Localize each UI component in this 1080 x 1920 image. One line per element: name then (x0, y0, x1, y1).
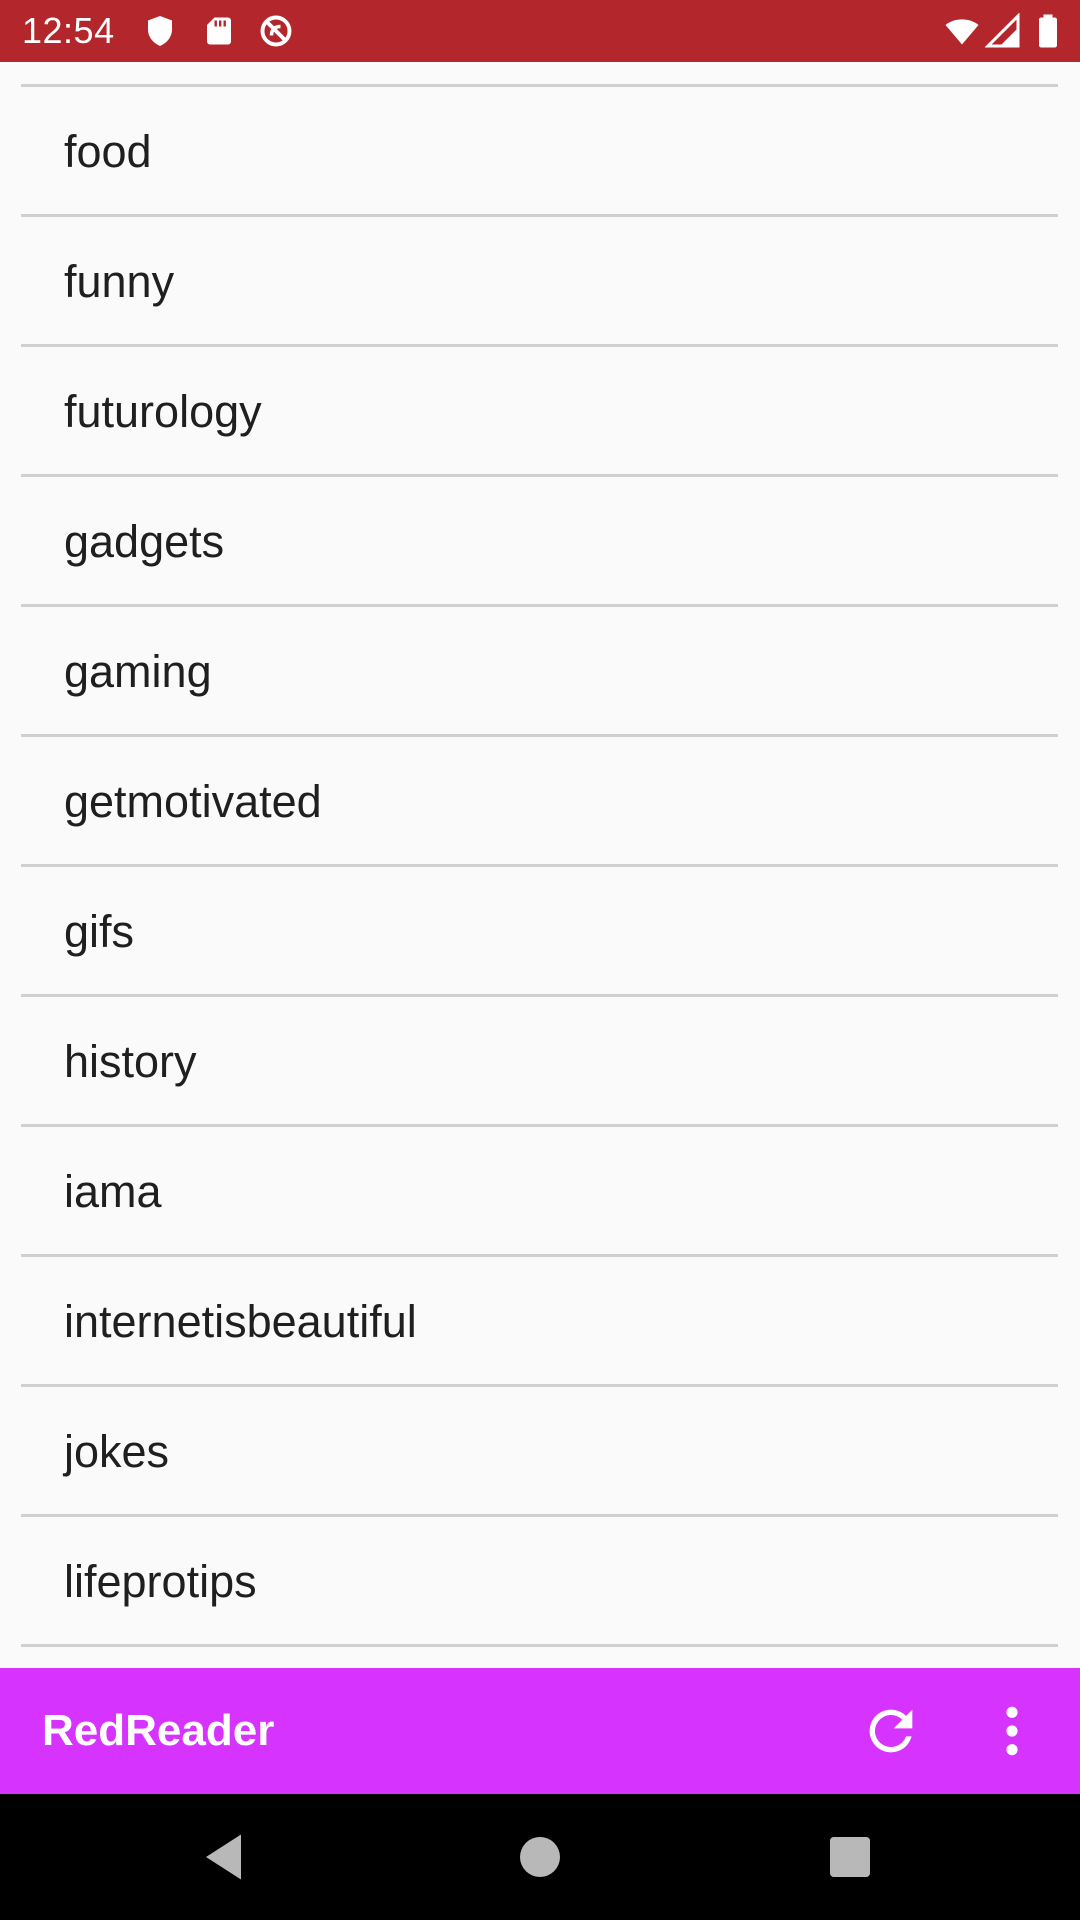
shield-icon (142, 13, 178, 49)
list-item[interactable]: food (21, 87, 1058, 217)
list-item-label: internetisbeautiful (64, 1296, 417, 1347)
battery-icon (1030, 13, 1066, 49)
home-icon[interactable] (510, 1827, 570, 1887)
list-item[interactable]: internetisbeautiful (21, 1257, 1058, 1387)
list-item-label: futurology (64, 386, 262, 437)
list-divider (21, 1644, 1058, 1647)
list-item[interactable]: gaming (21, 607, 1058, 737)
list-item-label: gifs (64, 906, 135, 957)
subreddit-list[interactable]: food funny futurology gadgets gaming get… (0, 62, 1080, 1668)
cell-signal-icon (985, 13, 1021, 49)
list-item-label: history (64, 1036, 197, 1087)
list-item-label: jokes (64, 1426, 170, 1477)
back-icon[interactable] (196, 1827, 256, 1887)
status-time: 12:54 (22, 10, 115, 51)
refresh-icon[interactable] (859, 1699, 923, 1763)
no-sync-icon (258, 13, 294, 49)
list-item-label: gaming (64, 646, 212, 697)
more-vert-icon[interactable] (980, 1699, 1044, 1763)
list-item[interactable]: lifeprotips (21, 1517, 1058, 1647)
list-item[interactable]: jokes (21, 1387, 1058, 1517)
list-item-label: getmotivated (64, 776, 322, 827)
list-item-label: iama (64, 1166, 162, 1217)
wifi-icon (944, 13, 980, 49)
list-item[interactable]: futurology (21, 347, 1058, 477)
sd-card-icon (201, 13, 237, 49)
list-item-label: gadgets (64, 516, 225, 567)
list-item[interactable]: getmotivated (21, 737, 1058, 867)
list-item[interactable]: iama (21, 1127, 1058, 1257)
list-item[interactable]: gifs (21, 867, 1058, 997)
list-item-label: lifeprotips (64, 1556, 257, 1607)
navigation-bar (0, 1794, 1080, 1920)
list-item[interactable]: gadgets (21, 477, 1058, 607)
app-title: RedReader (42, 1706, 275, 1755)
app-bar: RedReader (0, 1668, 1080, 1794)
status-bar: 12:54 (0, 0, 1080, 62)
list-item-label: funny (64, 256, 175, 307)
list-item[interactable]: funny (21, 217, 1058, 347)
list-item-label: food (64, 126, 152, 177)
list-item[interactable]: history (21, 997, 1058, 1127)
recents-icon[interactable] (820, 1827, 880, 1887)
